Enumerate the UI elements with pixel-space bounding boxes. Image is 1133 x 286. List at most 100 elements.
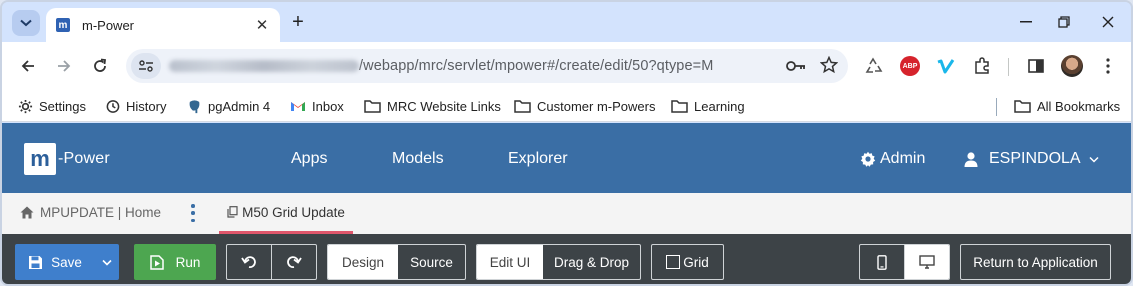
design-button[interactable]: Design <box>328 245 398 279</box>
undo-icon <box>241 256 256 268</box>
address-bar[interactable]: /webapp/mrc/servlet/mpower#/create/edit/… <box>126 49 848 83</box>
home-icon <box>20 206 34 219</box>
home-tab[interactable]: MPUPDATE | Home <box>20 205 161 220</box>
app-header: m -Power Apps Models Explorer Admin ESPI… <box>2 123 1131 193</box>
side-panel-icon[interactable] <box>1024 54 1048 78</box>
restore-icon <box>1058 16 1070 28</box>
nav-apps[interactable]: Apps <box>291 150 327 168</box>
bookmark-label: pgAdmin 4 <box>208 98 271 114</box>
arrow-left-icon <box>21 60 34 72</box>
gear-icon <box>860 151 876 167</box>
bookmark-label: Settings <box>39 98 86 114</box>
copy-icon <box>227 206 238 218</box>
redo-button[interactable] <box>272 245 316 279</box>
url-host-redacted <box>169 60 359 72</box>
bookmarks-divider <box>996 98 997 116</box>
history-icon <box>105 99 120 114</box>
close-window-button[interactable] <box>1086 8 1130 36</box>
vimeo-extension-icon[interactable] <box>934 54 958 78</box>
desktop-view-button[interactable] <box>905 245 949 279</box>
save-button[interactable]: Save <box>15 244 95 280</box>
mpower-logo[interactable]: m -Power <box>24 143 110 175</box>
design-source-toggle: Design Source <box>327 244 466 280</box>
close-tab-icon[interactable]: ✕ <box>250 13 274 37</box>
menu-kebab-icon[interactable] <box>1096 54 1120 78</box>
admin-label: Admin <box>880 150 926 167</box>
user-label: ESPINDOLA <box>989 150 1081 167</box>
tab-strip: m m-Power ✕ + <box>2 2 1131 42</box>
bookmark-label: Customer m-Powers <box>537 98 656 114</box>
back-button[interactable] <box>14 52 42 80</box>
arrow-right-icon <box>58 60 71 72</box>
app-tabs-bar: MPUPDATE | Home M50 Grid Update <box>2 193 1131 234</box>
bookmark-label: Learning <box>694 98 745 114</box>
save-options-dropdown[interactable] <box>95 244 119 280</box>
new-tab-button[interactable]: + <box>286 10 310 34</box>
nav-models[interactable]: Models <box>392 150 444 168</box>
edit-mode-toggle: Edit UI Drag & Drop <box>476 244 641 280</box>
bookmarks-bar: Settings History pgAdmin 4 Inbox MRC Web… <box>2 90 1131 122</box>
reload-icon <box>94 58 107 72</box>
folder-icon <box>1014 99 1031 113</box>
url-path: /webapp/mrc/servlet/mpower#/create/edit/… <box>359 58 714 74</box>
recycle-extension-icon[interactable] <box>862 54 886 78</box>
checkbox-icon <box>666 255 681 269</box>
source-button[interactable]: Source <box>398 245 465 279</box>
site-info-icon[interactable] <box>131 53 161 79</box>
user-menu[interactable]: ESPINDOLA <box>964 150 1099 168</box>
bookmark-mrc-website-links[interactable]: MRC Website Links <box>364 96 501 116</box>
save-button-group: Save <box>15 244 119 280</box>
bookmark-pgadmin[interactable]: pgAdmin 4 <box>187 96 270 116</box>
bookmark-star-icon[interactable] <box>819 55 839 79</box>
elephant-icon <box>187 99 202 114</box>
bookmark-settings[interactable]: Settings <box>18 96 86 116</box>
folder-icon <box>514 99 531 113</box>
browser-tab[interactable]: m m-Power ✕ <box>46 8 280 42</box>
grid-toggle[interactable]: Grid <box>651 244 724 280</box>
device-view-toggle <box>859 244 950 280</box>
chevron-down-icon <box>102 259 112 266</box>
bookmark-inbox[interactable]: Inbox <box>290 96 344 116</box>
nav-explorer[interactable]: Explorer <box>508 150 568 168</box>
avatar-photo <box>1061 55 1083 77</box>
home-tab-label: MPUPDATE | Home <box>40 205 162 220</box>
admin-menu[interactable]: Admin <box>860 150 925 168</box>
close-icon <box>1102 16 1114 28</box>
chevron-down-icon <box>1089 156 1099 163</box>
bookmark-label: All Bookmarks <box>1037 98 1121 114</box>
logo-text: -Power <box>58 150 110 167</box>
tab-m50-grid-update[interactable]: M50 Grid Update <box>219 193 353 234</box>
mobile-view-button[interactable] <box>860 245 905 279</box>
grid-label: Grid <box>683 254 709 270</box>
forward-button[interactable] <box>50 52 78 80</box>
bookmark-label: Inbox <box>312 98 344 114</box>
bookmark-history[interactable]: History <box>105 96 166 116</box>
extensions-puzzle-icon[interactable] <box>970 54 994 78</box>
bookmark-label: History <box>126 98 167 114</box>
toolbar-divider <box>1008 58 1009 76</box>
minimize-icon <box>1020 21 1032 23</box>
run-label: Run <box>175 254 201 270</box>
restore-button[interactable] <box>1042 8 1086 36</box>
mobile-phone-icon <box>877 254 887 270</box>
return-to-application-button[interactable]: Return to Application <box>960 244 1111 280</box>
undo-button[interactable] <box>227 245 272 279</box>
undo-redo-group <box>226 244 317 280</box>
reload-button[interactable] <box>86 52 114 80</box>
floppy-disk-icon <box>29 255 43 269</box>
tab-search-button[interactable] <box>12 10 40 36</box>
tabs-menu-icon[interactable] <box>188 204 198 222</box>
bookmark-all-bookmarks[interactable]: All Bookmarks <box>1014 96 1120 116</box>
active-tab-label: M50 Grid Update <box>242 204 345 220</box>
edit-ui-button[interactable]: Edit UI <box>477 245 543 279</box>
adblock-plus-icon[interactable]: ABP <box>898 54 922 78</box>
run-button[interactable]: Run <box>134 244 216 280</box>
chevron-down-icon <box>20 19 32 27</box>
drag-drop-button[interactable]: Drag & Drop <box>543 245 640 279</box>
bookmark-learning[interactable]: Learning <box>671 96 745 116</box>
key-icon[interactable] <box>786 59 806 77</box>
abp-label: ABP <box>900 56 920 76</box>
folder-icon <box>671 99 688 113</box>
profile-avatar[interactable] <box>1060 54 1084 78</box>
bookmark-customer-mpowers[interactable]: Customer m-Powers <box>514 96 655 116</box>
